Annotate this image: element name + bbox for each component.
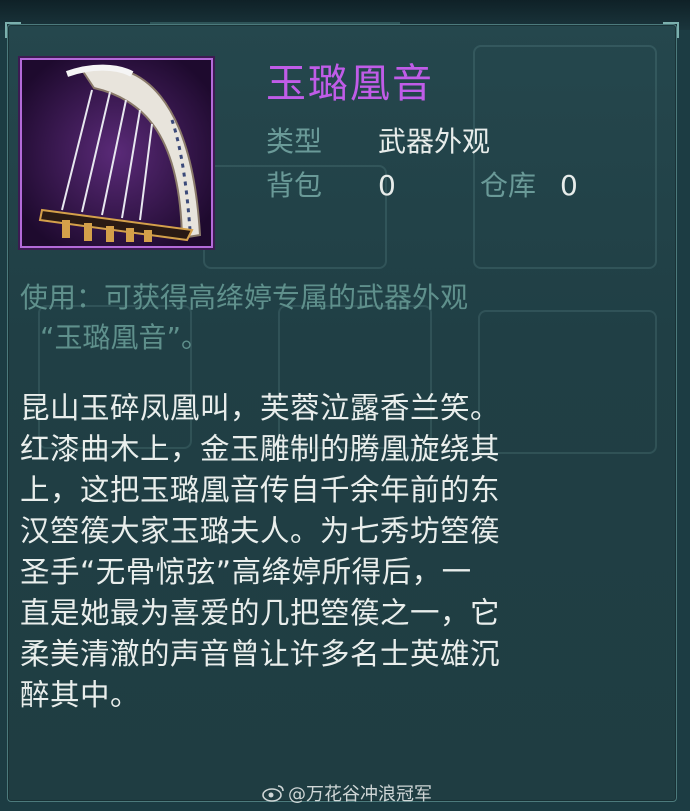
description-line: 上，这把玉璐凰音传自千余年前的东 (20, 473, 501, 507)
item-name: 玉璐凰音 (266, 61, 434, 107)
storage-label: 仓库 (480, 169, 537, 202)
bag-label: 背包 (266, 169, 323, 202)
background-slot (473, 45, 657, 269)
watermark: @万花谷冲浪冠军 (262, 780, 432, 806)
description-line: 直是她最为喜爱的几把箜篌之一，它 (20, 596, 501, 630)
item-description: 昆山玉碎凤凰叫，芙蓉泣露香兰笑。 红漆曲木上，金玉雕制的腾凰旋绕其 上，这把玉璐… (20, 388, 660, 716)
panel-corner-ornament (5, 22, 21, 38)
type-value: 武器外观 (378, 125, 491, 158)
bag-count: 0 (378, 169, 396, 202)
watermark-text: @万花谷冲浪冠军 (288, 784, 432, 805)
weibo-icon (262, 785, 284, 802)
description-line: 昆山玉碎凤凰叫，芙蓉泣露香兰笑。 (20, 391, 501, 425)
usage-line: 使用：可获得高绛婷专属的武器外观 (20, 281, 469, 314)
storage-count: 0 (560, 169, 578, 202)
item-icon-frame[interactable] (20, 58, 213, 248)
usage-line: “玉璐凰音”。 (40, 321, 210, 354)
harp-icon (22, 60, 211, 246)
description-line: 红漆曲木上，金玉雕制的腾凰旋绕其 (20, 432, 501, 466)
description-line: 柔美清澈的声音曾让许多名士英雄沉 (20, 637, 501, 671)
usage-text: 使用：可获得高绛婷专属的武器外观 “玉璐凰音”。 (20, 278, 660, 358)
description-line: 汉箜篌大家玉璐夫人。为七秀坊箜篌 (20, 514, 501, 548)
panel-corner-ornament (663, 22, 679, 38)
type-label: 类型 (266, 125, 323, 158)
description-line: 醉其中。 (20, 678, 141, 712)
description-line: 圣手“无骨惊弦”高绛婷所得后，一 (20, 555, 472, 589)
background-tab (150, 0, 400, 24)
